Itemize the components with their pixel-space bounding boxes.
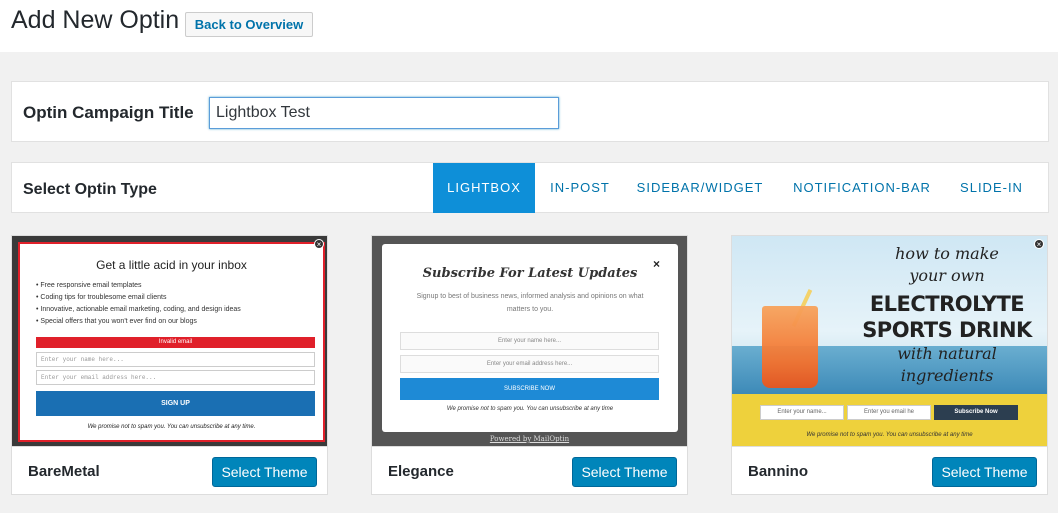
divider bbox=[12, 446, 327, 447]
optin-type-label: Select Optin Type bbox=[23, 181, 157, 198]
elegance-subtitle: Signup to best of business news, informe… bbox=[416, 293, 644, 313]
list-item: • Coding tips for troublesome email clie… bbox=[36, 294, 167, 301]
select-theme-button-baremetal[interactable]: Select Theme bbox=[212, 457, 317, 487]
drink-glass-image bbox=[762, 306, 818, 388]
optin-type-card: Select Optin Type LIGHTBOX IN-POST SIDEB… bbox=[11, 162, 1049, 213]
campaign-title-card: Optin Campaign Title bbox=[11, 81, 1049, 142]
close-icon: × bbox=[1034, 239, 1044, 249]
select-theme-button-elegance[interactable]: Select Theme bbox=[572, 457, 677, 487]
divider bbox=[372, 446, 687, 447]
bannino-subscribe-button: Subscribe Now bbox=[934, 405, 1018, 420]
bannino-line: how to make bbox=[895, 244, 999, 263]
theme-card-bannino: how to make your own ELECTROLYTE SPORTS … bbox=[731, 235, 1048, 495]
baremetal-error-banner: Invalid email bbox=[36, 337, 315, 348]
baremetal-optin-box: Get a little acid in your inbox • Free r… bbox=[18, 242, 325, 442]
select-theme-button-bannino[interactable]: Select Theme bbox=[932, 457, 1037, 487]
list-item: • Free responsive email templates bbox=[36, 282, 142, 289]
tab-in-post[interactable]: IN-POST bbox=[535, 163, 625, 213]
theme-name: Bannino bbox=[748, 463, 808, 480]
list-item: • Innovative, actionable email marketing… bbox=[36, 306, 241, 313]
tab-sidebar-widget[interactable]: SIDEBAR/WIDGET bbox=[625, 163, 775, 213]
baremetal-headline: Get a little acid in your inbox bbox=[96, 258, 247, 272]
theme-card-baremetal: Get a little acid in your inbox • Free r… bbox=[11, 235, 328, 495]
bannino-line: ELECTROLYTE bbox=[869, 292, 1025, 316]
bannino-email-field: Enter you email he bbox=[847, 405, 931, 420]
bannino-line: with natural bbox=[897, 344, 997, 363]
baremetal-bullets: • Free responsive email templates • Codi… bbox=[36, 280, 241, 328]
theme-card-elegance: × Subscribe For Latest Updates Signup to… bbox=[371, 235, 688, 495]
bannino-line: your own bbox=[909, 266, 985, 285]
campaign-title-label: Optin Campaign Title bbox=[23, 103, 194, 122]
theme-preview-elegance[interactable]: × Subscribe For Latest Updates Signup to… bbox=[372, 236, 687, 446]
powered-by-link: Powered by MailOptin bbox=[489, 435, 570, 443]
bannino-line: SPORTS DRINK bbox=[862, 318, 1032, 342]
elegance-name-field: Enter your name here... bbox=[400, 332, 659, 350]
tab-notification-bar[interactable]: NOTIFICATION-BAR bbox=[775, 163, 949, 213]
bannino-note: We promise not to spam you. You can unsu… bbox=[806, 432, 973, 438]
baremetal-note: We promise not to spam you. You can unsu… bbox=[87, 424, 256, 430]
campaign-title-input[interactable] bbox=[209, 97, 559, 129]
close-icon: × bbox=[314, 239, 324, 249]
elegance-email-field: Enter your email address here... bbox=[400, 355, 659, 373]
theme-name: BareMetal bbox=[28, 463, 100, 480]
elegance-headline: Subscribe For Latest Updates bbox=[422, 266, 638, 281]
page-title: Add New Optin bbox=[11, 6, 180, 34]
bannino-name-field: Enter your name... bbox=[760, 405, 844, 420]
list-item: • Special offers that you won't ever fin… bbox=[36, 318, 197, 325]
elegance-optin-box: × Subscribe For Latest Updates Signup to… bbox=[382, 244, 678, 432]
elegance-subscribe-button: SUBSCRIBE NOW bbox=[400, 378, 659, 400]
theme-name: Elegance bbox=[388, 463, 454, 480]
tab-slide-in[interactable]: SLIDE-IN bbox=[949, 163, 1034, 213]
bannino-line: ingredients bbox=[900, 366, 994, 385]
baremetal-email-field: Enter your email address here... bbox=[36, 370, 315, 385]
baremetal-name-field: Enter your name here... bbox=[36, 352, 315, 367]
divider bbox=[732, 446, 1047, 447]
theme-preview-bannino[interactable]: how to make your own ELECTROLYTE SPORTS … bbox=[732, 236, 1047, 446]
elegance-note: We promise not to spam you. You can unsu… bbox=[446, 406, 614, 412]
baremetal-signup-button: SIGN UP bbox=[36, 391, 315, 416]
back-to-overview-button[interactable]: Back to Overview bbox=[185, 12, 313, 37]
tab-lightbox[interactable]: LIGHTBOX bbox=[433, 163, 535, 213]
theme-preview-baremetal[interactable]: Get a little acid in your inbox • Free r… bbox=[12, 236, 327, 446]
bannino-hero-image: how to make your own ELECTROLYTE SPORTS … bbox=[732, 236, 1047, 394]
